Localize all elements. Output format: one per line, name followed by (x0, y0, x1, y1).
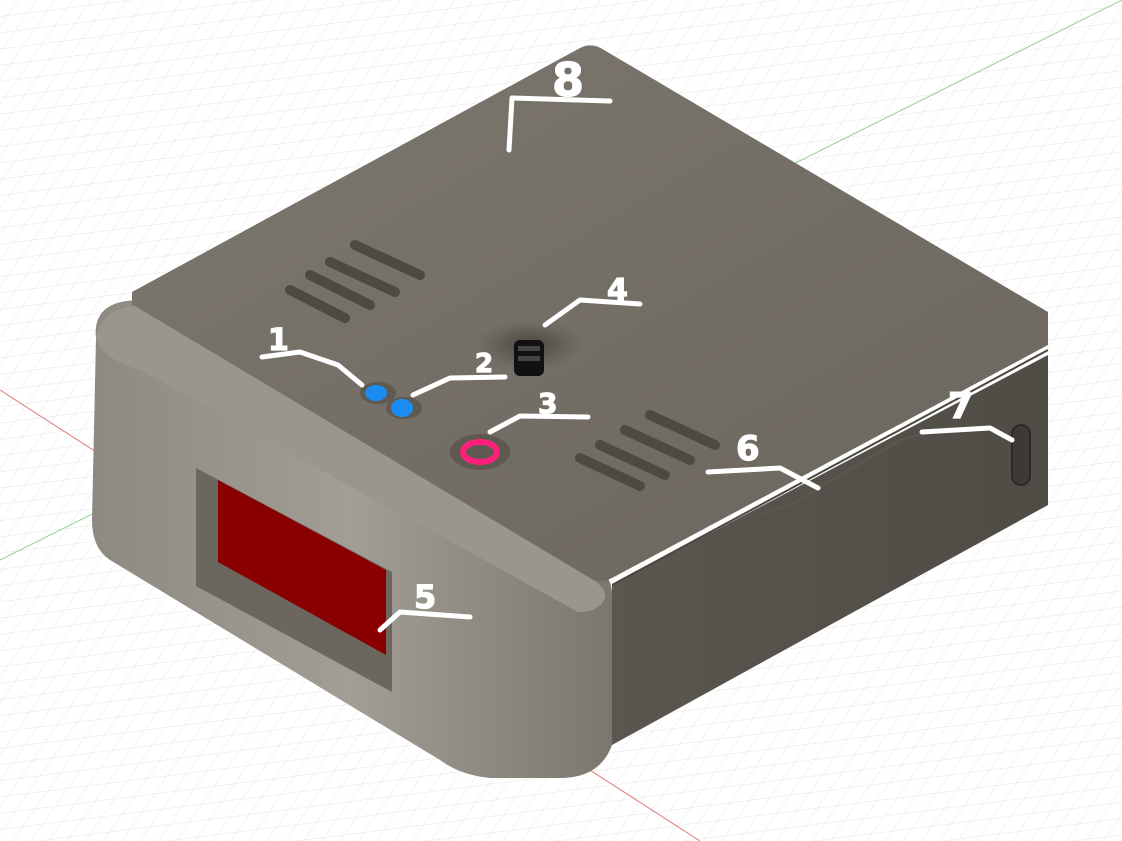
cad-viewport: 1 2 3 4 5 6 7 8 (0, 0, 1122, 841)
led-2 (391, 399, 413, 417)
callout-label-3: 3 (538, 387, 557, 420)
callout-label-2: 2 (475, 349, 493, 379)
callout-label-5: 5 (414, 578, 436, 616)
led-1 (365, 385, 387, 401)
callout-label-7: 7 (948, 386, 973, 427)
callout-label-6: 6 (736, 429, 760, 469)
rotary-knob[interactable] (514, 340, 544, 376)
callout-label-4: 4 (607, 273, 628, 308)
callout-label-8: 8 (552, 53, 584, 107)
callout-label-1: 1 (268, 323, 289, 358)
side-port (1011, 424, 1031, 486)
